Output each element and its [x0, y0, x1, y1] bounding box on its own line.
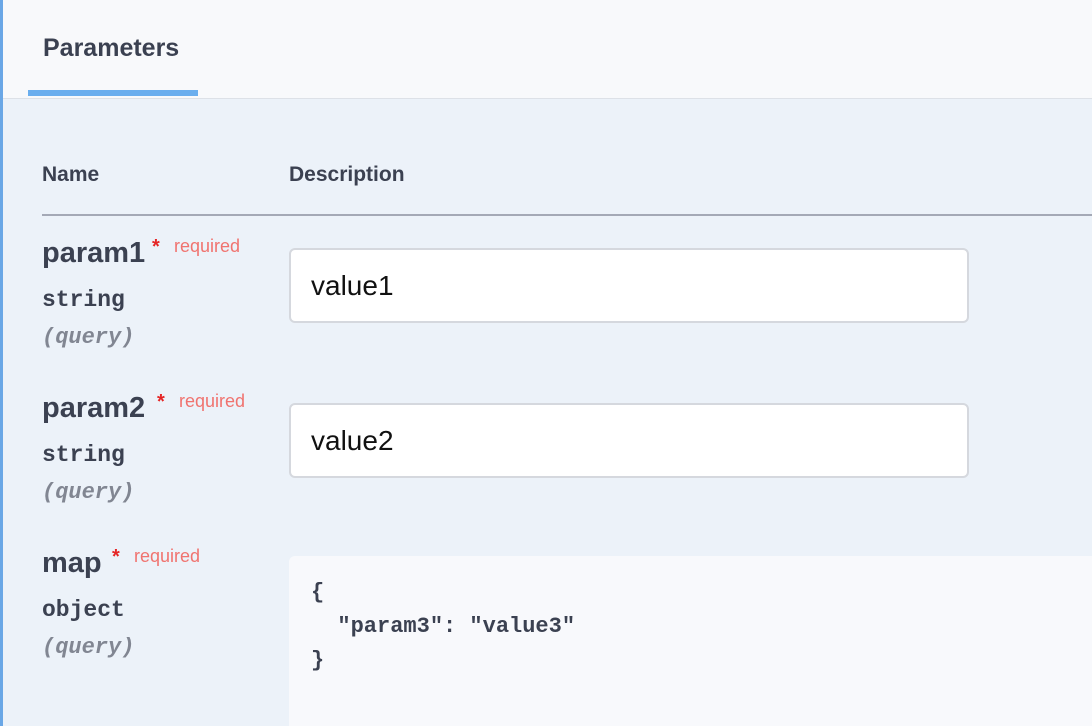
column-header-name: Name [42, 163, 100, 186]
header-divider [42, 214, 1092, 216]
required-label: required [134, 546, 201, 566]
parameter-type: string [42, 287, 125, 313]
active-tab-indicator [28, 90, 198, 96]
required-label: required [179, 391, 246, 411]
parameter-type: string [42, 442, 125, 468]
required-label: required [174, 236, 241, 256]
required-asterisk: * [152, 236, 160, 258]
required-asterisk: * [112, 546, 120, 568]
tab-bar: Parameters [3, 0, 1092, 99]
parameter-name: map [42, 547, 102, 579]
parameters-panel: Parameters Name Description param1 * req… [0, 0, 1092, 726]
param1-input[interactable] [289, 248, 969, 323]
parameter-name: param1 [42, 237, 146, 269]
parameter-name: param2 [42, 392, 146, 424]
map-json-textarea[interactable]: { "param3": "value3" } [289, 556, 1092, 726]
column-header-description: Description [289, 163, 405, 186]
tab-parameters-label: Parameters [43, 34, 180, 62]
param2-input[interactable] [289, 403, 969, 478]
parameter-type: object [42, 597, 125, 623]
tab-parameters[interactable]: Parameters [28, 0, 198, 96]
parameter-location: (query) [42, 635, 135, 660]
parameter-location: (query) [42, 325, 135, 350]
required-asterisk: * [157, 391, 165, 413]
parameter-location: (query) [42, 480, 135, 505]
